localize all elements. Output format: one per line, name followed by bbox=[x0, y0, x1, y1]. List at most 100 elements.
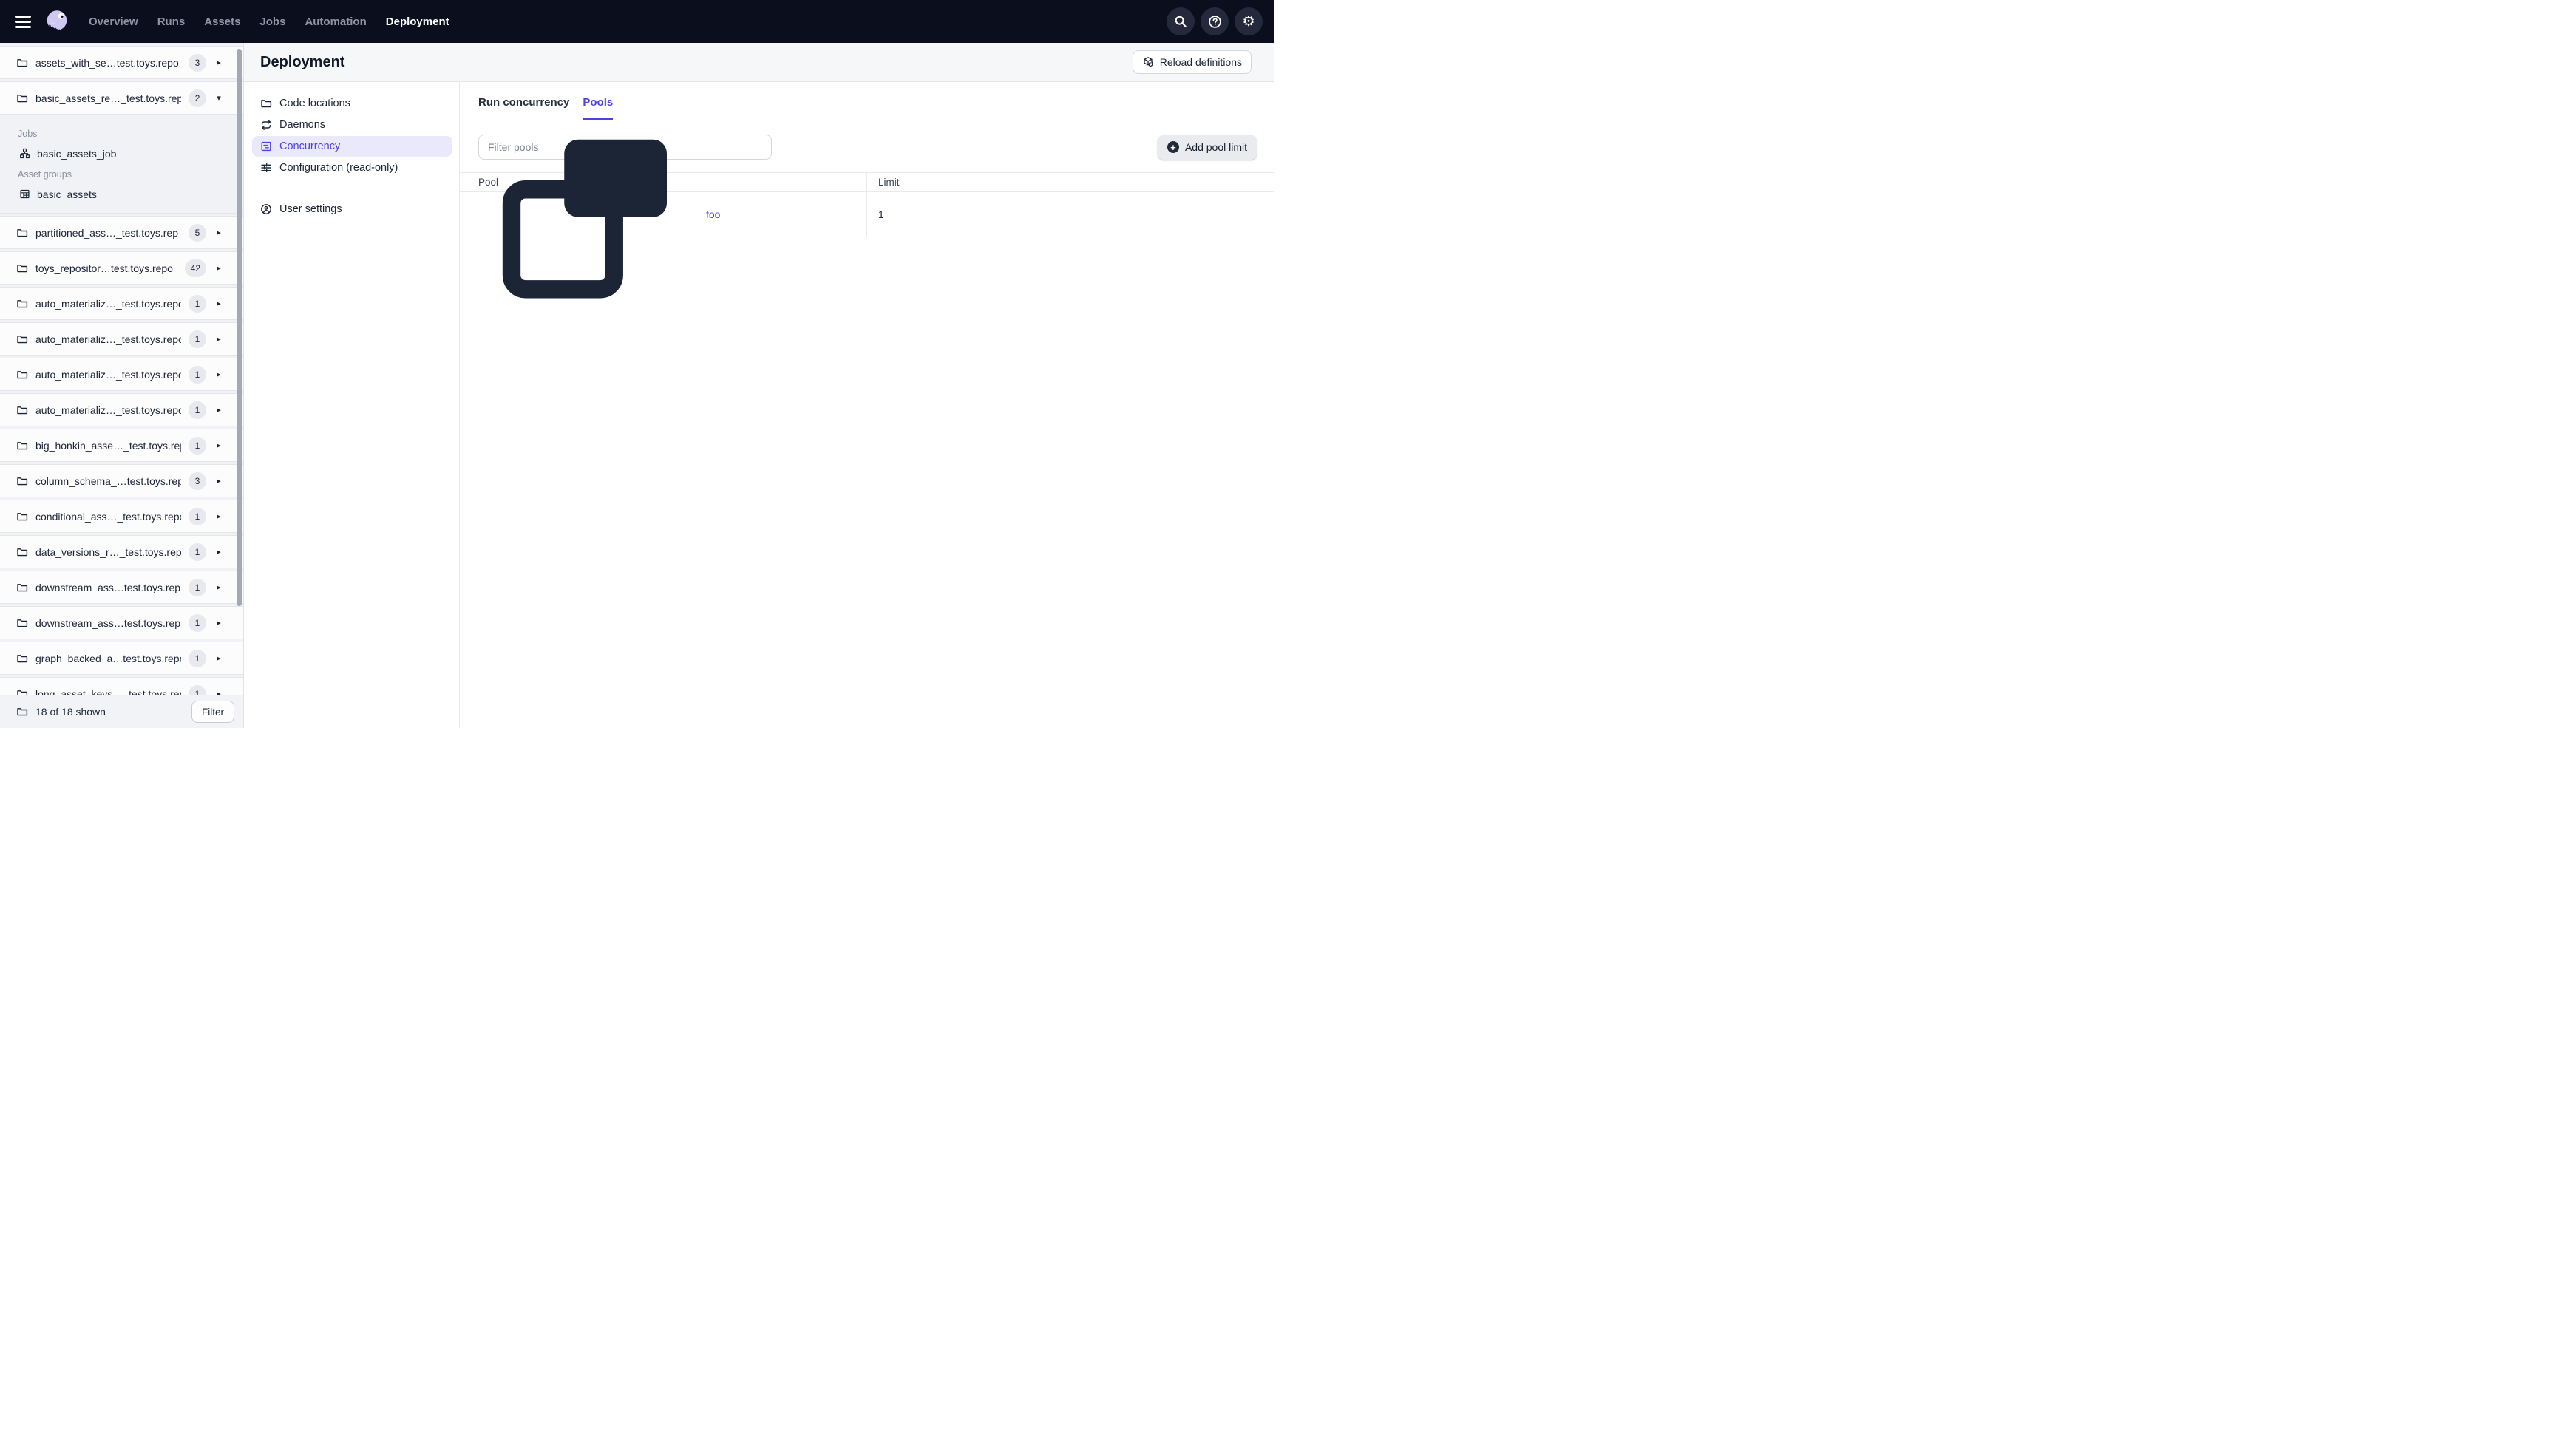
location-label: column_schema_…test.toys.rep bbox=[35, 474, 181, 487]
sidebar-location-item[interactable]: auto_materializ…_test.toys.repo 1 ▸ bbox=[0, 322, 243, 356]
location-label: auto_materializ…_test.toys.repo bbox=[35, 404, 181, 416]
deployment-content: Code locations Daemons Concurrency Confi… bbox=[244, 82, 1274, 728]
count-badge: 3 bbox=[189, 53, 206, 72]
chevron-right-icon[interactable]: ▸ bbox=[214, 58, 224, 67]
location-list: assets_with_se…test.toys.repo 3 ▸ basic_ass… bbox=[0, 43, 243, 710]
nav-overview[interactable]: Overview bbox=[89, 16, 138, 28]
count-badge: 1 bbox=[189, 294, 206, 313]
count-badge: 3 bbox=[189, 472, 206, 490]
help-button[interactable] bbox=[1201, 7, 1229, 35]
chevron-down-icon[interactable]: ▾ bbox=[214, 93, 224, 103]
top-navigation: Overview Runs Assets Jobs Automation Dep… bbox=[0, 0, 1274, 43]
sidebar-location-item[interactable]: auto_materializ…_test.toys.repo 1 ▸ bbox=[0, 393, 243, 426]
sidebar-location-item[interactable]: downstream_ass…test.toys.rep 1 ▸ bbox=[0, 571, 243, 604]
nav-assets[interactable]: Assets bbox=[204, 16, 240, 28]
folder-icon bbox=[16, 617, 28, 629]
nav-runs[interactable]: Runs bbox=[157, 16, 186, 28]
concurrency-panel: Run concurrency Pools + Add pool limit P… bbox=[460, 82, 1274, 728]
location-label: big_honkin_asse…_test.toys.rep bbox=[35, 439, 181, 452]
count-badge: 1 bbox=[189, 613, 206, 632]
menu-icon[interactable] bbox=[15, 15, 31, 28]
dagster-logo[interactable] bbox=[43, 7, 71, 35]
sidebar-location-item[interactable]: auto_materializ…_test.toys.repo 1 ▸ bbox=[0, 358, 243, 391]
count-badge: 1 bbox=[189, 507, 206, 525]
chevron-right-icon[interactable]: ▸ bbox=[214, 653, 224, 663]
sidebar-location-item[interactable]: data_versions_r…_test.toys.rep 1 ▸ bbox=[0, 535, 243, 568]
tab-pools[interactable]: Pools bbox=[583, 96, 613, 120]
chevron-right-icon[interactable]: ▸ bbox=[214, 405, 224, 415]
sidebar-location-item[interactable]: conditional_ass…_test.toys.repo 1 ▸ bbox=[0, 500, 243, 533]
sidebar-location-item[interactable]: auto_materializ…_test.toys.repo 1 ▸ bbox=[0, 287, 243, 320]
chevron-right-icon[interactable]: ▸ bbox=[214, 582, 224, 592]
pool-limit-value: 1 bbox=[878, 208, 884, 220]
count-badge: 1 bbox=[189, 578, 206, 596]
location-label: conditional_ass…_test.toys.repo bbox=[35, 510, 181, 523]
reload-definitions-button[interactable]: Reload definitions bbox=[1132, 50, 1252, 74]
chevron-right-icon[interactable]: ▸ bbox=[214, 299, 224, 308]
count-badge: 1 bbox=[189, 542, 206, 561]
count-badge: 5 bbox=[189, 223, 206, 242]
folder-icon bbox=[16, 92, 28, 104]
add-pool-limit-button[interactable]: + Add pool limit bbox=[1157, 135, 1257, 160]
sidebar-scrollbar[interactable] bbox=[237, 49, 242, 606]
count-badge: 1 bbox=[189, 330, 206, 348]
sidebar-location-item[interactable]: toys_repositor…test.toys.repo 42 ▸ bbox=[0, 251, 243, 285]
folder-icon bbox=[16, 57, 28, 69]
subnav-daemons[interactable]: Daemons bbox=[252, 115, 452, 135]
folder-icon bbox=[16, 475, 28, 487]
code-locations-sidebar: assets_with_se…test.toys.repo 3 ▸ basic_ass… bbox=[0, 43, 244, 728]
chevron-right-icon[interactable]: ▸ bbox=[214, 334, 224, 344]
location-label: partitioned_ass…_test.toys.rep bbox=[35, 226, 178, 239]
section-label: Jobs bbox=[18, 129, 38, 139]
location-label: downstream_ass…test.toys.rep bbox=[35, 616, 181, 629]
location-label: auto_materializ…_test.toys.repo bbox=[35, 333, 181, 345]
count-badge: 1 bbox=[189, 365, 206, 384]
chevron-right-icon[interactable]: ▸ bbox=[214, 476, 224, 486]
table-row: foo 1 bbox=[460, 139, 1274, 299]
help-icon bbox=[1208, 15, 1222, 29]
settings-button[interactable]: ⚙ bbox=[1235, 7, 1263, 35]
tab-run-concurrency[interactable]: Run concurrency bbox=[478, 96, 569, 120]
subnav-code-locations[interactable]: Code locations bbox=[252, 93, 452, 114]
folder-icon bbox=[16, 582, 28, 593]
nav-jobs[interactable]: Jobs bbox=[259, 16, 285, 28]
folder-icon bbox=[16, 511, 28, 523]
count-badge: 1 bbox=[189, 649, 206, 667]
sidebar-location-item[interactable]: partitioned_ass…_test.toys.rep 5 ▸ bbox=[0, 216, 243, 249]
chevron-right-icon[interactable]: ▸ bbox=[214, 370, 224, 379]
location-label: basic_assets_re…_test.toys.rep bbox=[35, 92, 181, 104]
chevron-right-icon[interactable]: ▸ bbox=[214, 440, 224, 450]
nav-automation[interactable]: Automation bbox=[305, 16, 366, 28]
sidebar-location-item[interactable]: column_schema_…test.toys.rep 3 ▸ bbox=[0, 464, 243, 497]
folder-icon bbox=[16, 333, 28, 345]
location-label: auto_materializ…_test.toys.repo bbox=[35, 297, 181, 310]
chevron-right-icon[interactable]: ▸ bbox=[214, 618, 224, 627]
sidebar-location-item[interactable]: big_honkin_asse…_test.toys.rep 1 ▸ bbox=[0, 429, 243, 462]
sidebar-sub-item[interactable]: basic_assets bbox=[18, 184, 243, 204]
chevron-right-icon[interactable]: ▸ bbox=[214, 547, 224, 557]
plus-icon: + bbox=[1167, 141, 1179, 153]
sidebar-location-item[interactable]: downstream_ass…test.toys.rep 1 ▸ bbox=[0, 606, 243, 639]
sidebar-location-item[interactable]: assets_with_se…test.toys.repo 3 ▸ bbox=[0, 46, 243, 79]
chevron-right-icon[interactable]: ▸ bbox=[214, 511, 224, 521]
pool-link[interactable]: foo bbox=[706, 208, 720, 220]
subnav-concurrency[interactable]: Concurrency bbox=[252, 136, 452, 157]
chevron-right-icon[interactable]: ▸ bbox=[214, 263, 224, 273]
sidebar-sub-item[interactable]: basic_assets_job bbox=[18, 143, 243, 163]
sidebar-location-item[interactable]: basic_assets_re…_test.toys.rep 2 ▾ bbox=[0, 81, 243, 115]
page-header: Deployment Reload definitions bbox=[244, 43, 1274, 82]
folder-icon bbox=[16, 404, 28, 416]
search-button[interactable] bbox=[1167, 7, 1195, 35]
subnav-user-settings[interactable]: User settings bbox=[252, 199, 452, 220]
chevron-right-icon[interactable]: ▸ bbox=[214, 228, 224, 237]
location-label: graph_backed_a…test.toys.repo bbox=[35, 652, 181, 664]
folder-icon bbox=[16, 546, 28, 558]
user-icon bbox=[260, 203, 272, 215]
nav-deployment[interactable]: Deployment bbox=[386, 16, 449, 28]
filter-button[interactable]: Filter bbox=[191, 701, 234, 723]
location-label: downstream_ass…test.toys.rep bbox=[35, 581, 181, 593]
location-label: auto_materializ…_test.toys.repo bbox=[35, 368, 181, 381]
primary-nav: Overview Runs Assets Jobs Automation Dep… bbox=[89, 16, 449, 28]
subnav-configuration[interactable]: Configuration (read-only) bbox=[252, 157, 452, 178]
sidebar-location-item[interactable]: graph_backed_a…test.toys.repo 1 ▸ bbox=[0, 642, 243, 675]
